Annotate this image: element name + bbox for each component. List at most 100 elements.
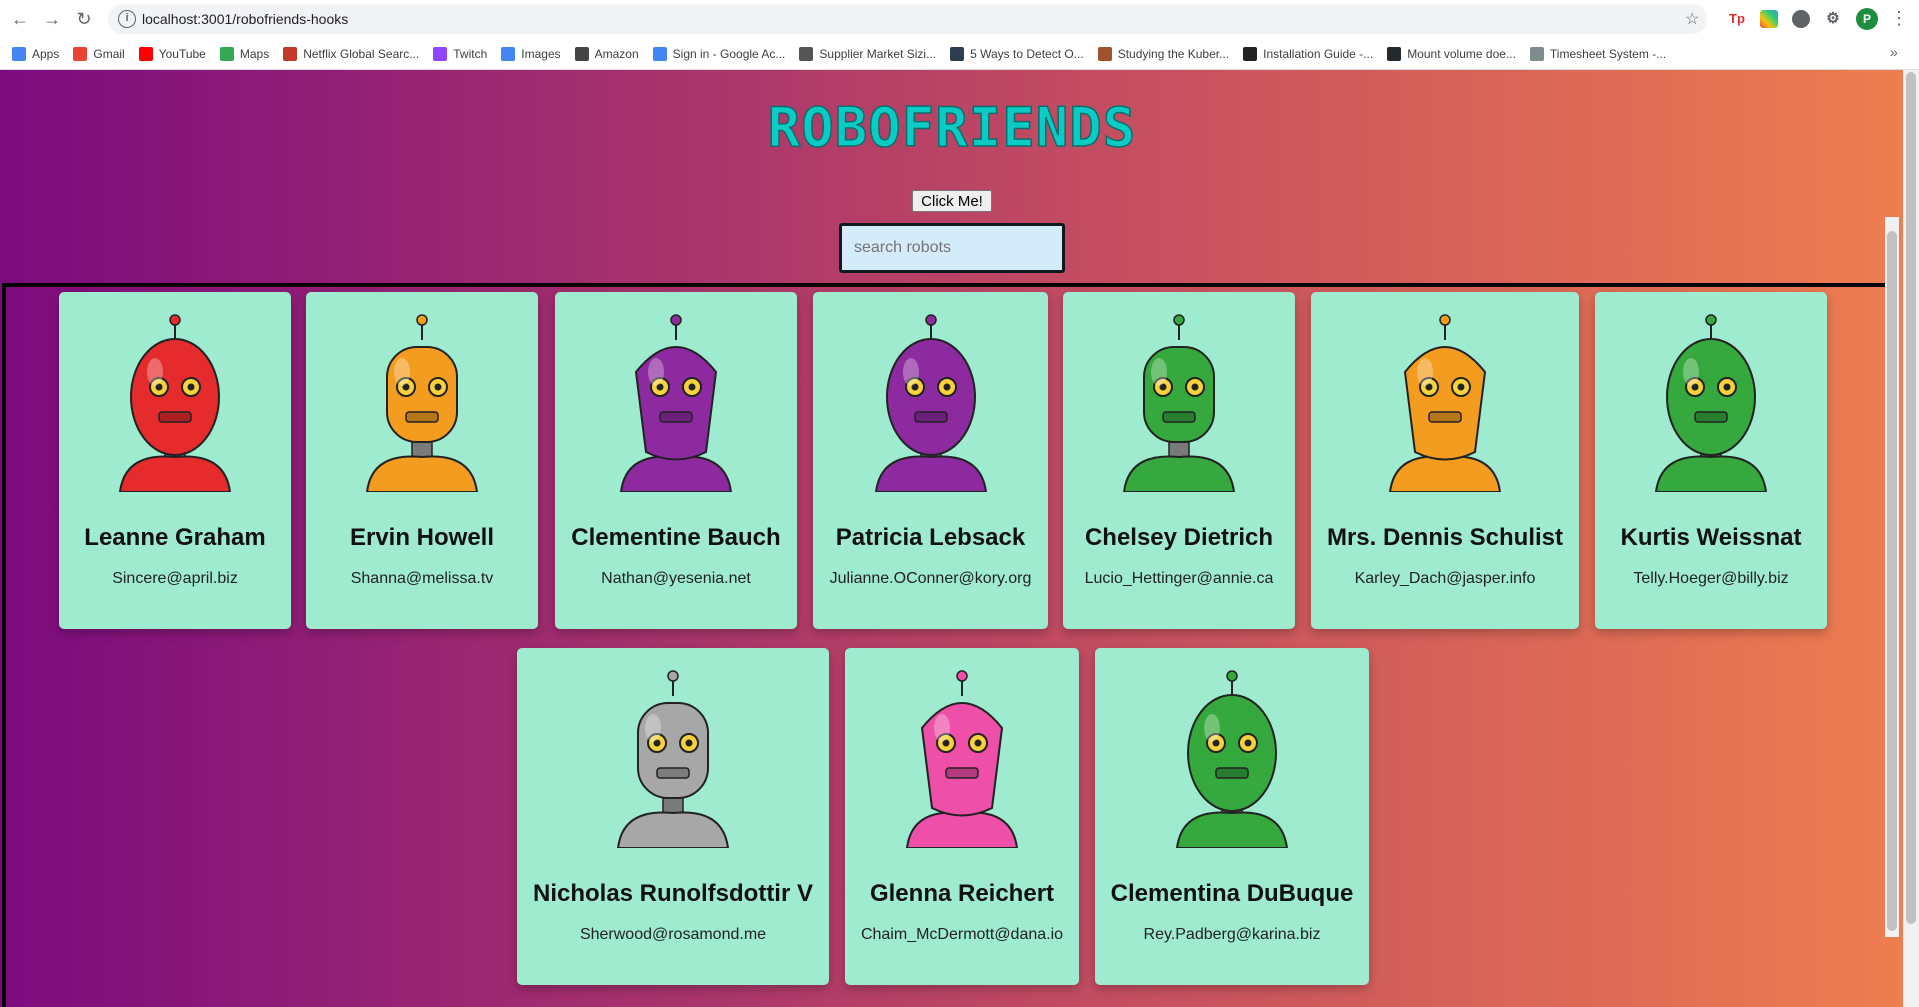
globe-icon [799,47,814,61]
robot-name: Kurtis Weissnat [1620,524,1802,551]
robot-card: Kurtis Weissnat Telly.Hoeger@billy.biz [1595,292,1827,629]
robot-avatar [1654,314,1768,492]
bookmark-item[interactable]: Sign in - Google Ac... [652,47,786,61]
forward-icon[interactable]: → [40,7,64,31]
robot-avatar [874,314,987,492]
bookmarks-bar: Apps Gmail YouTube Maps Netflix Global Searc… [0,40,1919,68]
bookmark-label: Mount volume doe... [1407,47,1516,61]
bookmark-label: Images [521,47,561,61]
bookmark-star-icon[interactable]: ☆ [1685,9,1699,29]
robot-email: Karley_Dach@jasper.info [1354,570,1536,587]
bookmark-label: Maps [239,47,270,61]
bookmark-item[interactable]: Images [501,47,561,61]
bookmark-item[interactable]: Gmail [73,47,125,61]
browser-toolbar: ← → ↻ i localhost:3001/robofriends-hooks… [0,0,1919,38]
page-scrollbar[interactable] [1903,70,1919,1007]
bookmark-label: Apps [32,47,60,61]
menu-kebab-icon[interactable]: ⋮ [1890,8,1908,29]
robot-card: Patricia Lebsack Julianne.OConner@kory.or… [813,292,1048,629]
bookmark-item[interactable]: Twitch [433,47,487,61]
bookmark-item[interactable]: Netflix Global Searc... [283,47,419,61]
profile-avatar[interactable]: P [1856,8,1878,30]
bookmark-label: Sign in - Google Ac... [672,47,786,61]
bookmark-label: Netflix Global Searc... [303,47,420,61]
robot-avatar [118,314,232,492]
bookmark-label: Twitch [453,47,488,61]
address-bar[interactable]: i localhost:3001/robofriends-hooks [108,4,1707,34]
bookmark-label: Installation Guide -... [1263,47,1374,61]
robot-email: Nathan@yesenia.net [601,570,751,587]
bookmark-label: Amazon [594,47,639,61]
robot-email: Chaim_McDermott@dana.io [860,926,1064,943]
color-extension-icon[interactable] [1760,10,1778,28]
bookmark-item[interactable]: Mount volume doe... [1387,47,1516,61]
twitch-icon [433,47,448,61]
robot-card: Clementina DuBuque Rey.Padberg@karina.biz [1095,648,1369,985]
click-me-button[interactable]: Click Me! [912,190,992,212]
bookmarks-overflow-icon[interactable]: » [1890,44,1898,60]
robot-name: Chelsey Dietrich [1084,524,1274,551]
robot-name: Ervin Howell [349,524,495,551]
robot-avatar [365,314,479,492]
bookmark-item[interactable]: 5 Ways to Detect O... [950,47,1084,61]
robot-email: Rey.Padberg@karina.biz [1143,926,1321,943]
robot-email: Julianne.OConner@kory.org [829,570,1032,587]
robot-name: Nicholas Runolfsdottir V [532,880,813,907]
reload-icon[interactable]: ↻ [72,7,96,31]
robot-card: Clementine Bauch Nathan@yesenia.net [555,292,797,629]
svg-text:ROBOFRIENDS: ROBOFRIENDS [767,98,1136,156]
tp-extension-icon[interactable]: Tp [1728,10,1746,28]
page-scrollbar-thumb[interactable] [1906,72,1916,924]
robot-email: Sherwood@rosamond.me [579,926,767,943]
bookmark-label: YouTube [158,47,206,61]
bookmark-label: Supplier Market Sizi... [819,47,937,61]
bookmark-item[interactable]: Timesheet System -... [1529,47,1667,61]
robot-card: Nicholas Runolfsdottir V Sherwood@rosamon… [517,648,829,985]
bookmark-item[interactable]: Studying the Kuber... [1097,47,1230,61]
back-icon[interactable]: ← [8,7,32,31]
robot-card: Mrs. Dennis Schulist Karley_Dach@jasper.i… [1311,292,1579,629]
robot-card: Chelsey Dietrich Lucio_Hettinger@annie.ca [1063,292,1295,629]
robot-name: Patricia Lebsack [835,524,1026,551]
unogs-icon [283,47,298,61]
puzzle-extensions-icon[interactable]: ⚙ [1824,10,1842,28]
youtube-icon [138,47,153,61]
page-title: ROBOFRIENDS [0,98,1903,161]
gmail-icon [73,47,88,61]
browser-chrome: ← → ↻ i localhost:3001/robofriends-hooks… [0,0,1919,70]
robot-email: Shanna@melissa.tv [350,570,494,587]
bookmark-item[interactable]: Maps [219,47,270,61]
bookmark-label: 5 Ways to Detect O... [970,47,1084,61]
search-input[interactable] [839,223,1065,273]
bookmark-label: Gmail [93,47,125,61]
robot-avatar [1175,670,1289,848]
robot-email: Lucio_Hettinger@annie.ca [1084,570,1274,587]
bookmark-label: Studying the Kuber... [1117,47,1230,61]
robot-card: Leanne Graham Sincere@april.biz [59,292,291,629]
address-url[interactable]: localhost:3001/robofriends-hooks [142,11,348,27]
robot-name: Clementina DuBuque [1110,880,1354,907]
robot-avatar [1388,314,1502,492]
bookmark-label: Timesheet System -... [1549,47,1667,61]
title-logo: ROBOFRIENDS [766,98,1136,156]
bookmark-item[interactable]: Amazon [574,47,639,61]
card-list-scrollbar-thumb[interactable] [1887,231,1897,931]
bookmark-item[interactable]: Installation Guide -... [1243,47,1373,61]
google-icon [501,47,516,61]
robot-email: Sincere@april.biz [112,570,238,587]
apps-icon [12,47,26,61]
maps-icon [219,47,234,61]
robot-card: Glenna Reichert Chaim_McDermott@dana.io [845,648,1079,985]
amazon-icon [574,47,589,61]
robot-name: Glenna Reichert [869,880,1055,907]
robot-name: Leanne Graham [84,524,266,551]
bookmark-item[interactable]: YouTube [138,47,206,61]
robot-name: Mrs. Dennis Schulist [1326,524,1564,551]
card-list-scrollbar[interactable] [1885,217,1899,937]
account-extension-icon[interactable] [1792,10,1810,28]
robot-avatar [1122,314,1236,492]
bookmark-item[interactable]: Apps [12,47,59,61]
github-icon [1387,47,1402,61]
bookmark-item[interactable]: Supplier Market Sizi... [799,47,936,61]
site-info-icon[interactable]: i [118,10,136,28]
